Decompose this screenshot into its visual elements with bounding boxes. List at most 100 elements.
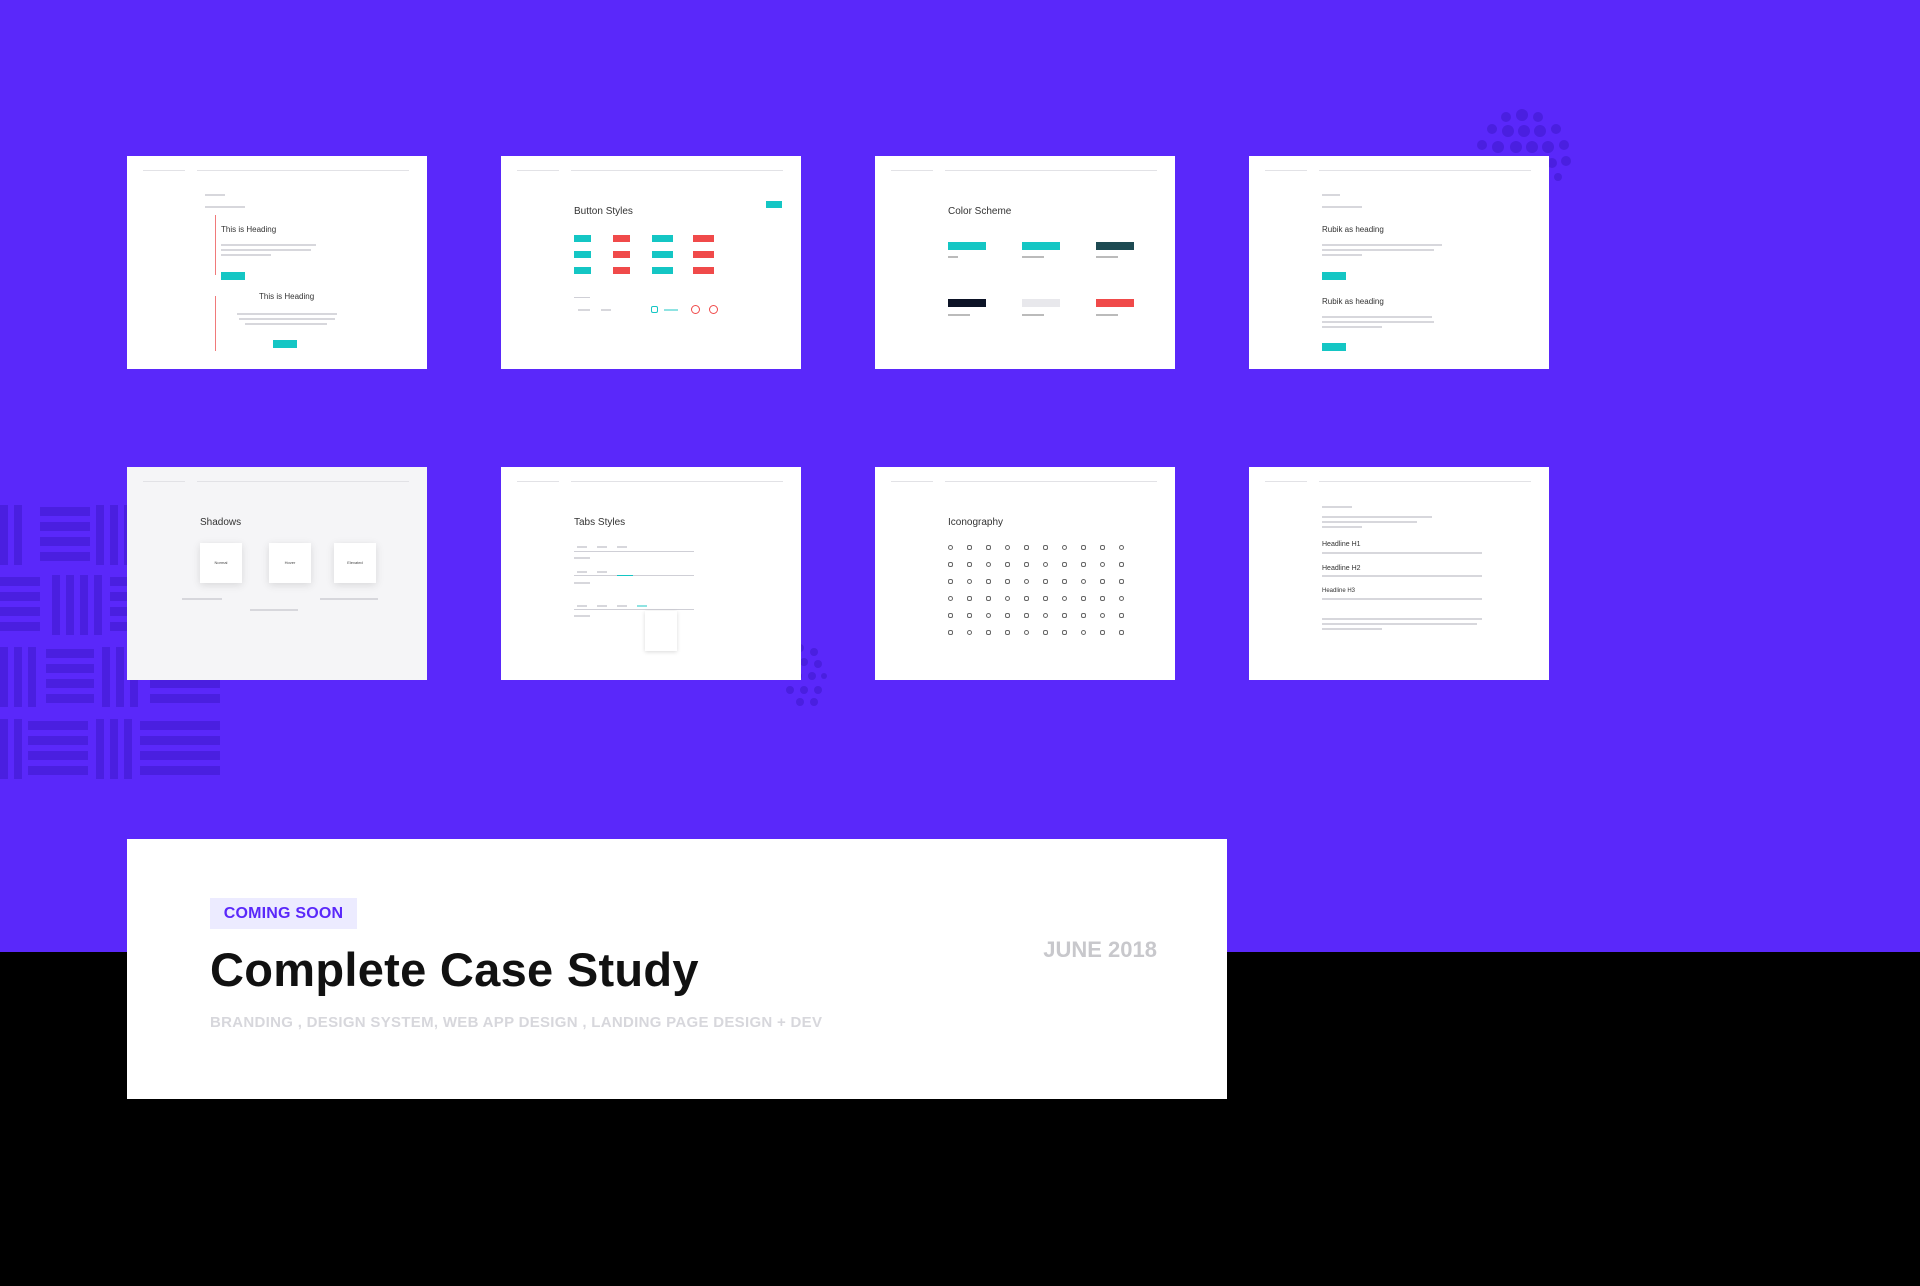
glyph-icon [948, 579, 953, 584]
divider [571, 170, 783, 171]
rubik-heading: Rubik as heading [1322, 297, 1384, 306]
card-typography[interactable]: Headline H1 Headline H2 Headline H3 [1249, 467, 1549, 680]
tab[interactable] [637, 605, 647, 607]
glyph-icon [1043, 545, 1048, 550]
circle-button-icon [691, 305, 700, 314]
glyph-icon [1081, 579, 1086, 584]
glyph-icon [1119, 630, 1124, 635]
color-swatch [948, 299, 986, 307]
tab[interactable] [597, 571, 607, 573]
button-sample [574, 267, 591, 274]
swatch-label [1096, 314, 1118, 316]
text-line [239, 318, 335, 320]
button-sample [693, 251, 714, 258]
divider [1265, 170, 1307, 171]
tab[interactable] [617, 546, 627, 548]
glyph-icon [967, 579, 972, 584]
circle-button-icon [709, 305, 718, 314]
swatch-label [1096, 256, 1118, 258]
glyph-icon [1005, 630, 1010, 635]
text-line [1322, 326, 1382, 328]
divider [517, 170, 559, 171]
glyph-icon [1062, 613, 1067, 618]
swatch-label [1022, 314, 1044, 316]
headline-h1: Headline H1 [1322, 541, 1361, 548]
dropdown-menu[interactable] [645, 611, 677, 651]
button-sample [613, 251, 630, 258]
glyph-icon [1062, 596, 1067, 601]
swatch-label [948, 314, 970, 316]
block-button[interactable] [221, 272, 245, 280]
glyph-icon [1100, 562, 1105, 567]
button-sample [652, 267, 673, 274]
glyph-icon [986, 596, 991, 601]
text-line [1322, 628, 1382, 630]
divider [197, 170, 409, 171]
glyph-icon [1100, 613, 1105, 618]
text-line [1322, 316, 1432, 318]
glyph-icon [1081, 630, 1086, 635]
divider [571, 481, 783, 482]
case-study-card[interactable]: COMING SOON Complete Case Study JUNE 201… [127, 839, 1227, 1099]
card-rubik-heading[interactable]: Rubik as heading Rubik as heading [1249, 156, 1549, 369]
glyph-icon [967, 562, 972, 567]
case-study-title: Complete Case Study [210, 943, 699, 996]
button-sample [574, 251, 591, 258]
shadow-sample-elevated: Elevated [334, 543, 376, 583]
button-sample [693, 235, 714, 242]
tab[interactable] [577, 546, 587, 548]
coming-soon-badge: COMING SOON [210, 898, 357, 929]
glyph-icon [1100, 630, 1105, 635]
shadow-sample-normal: Normal [200, 543, 242, 583]
divider [574, 297, 590, 298]
tab[interactable] [597, 605, 607, 607]
block-button-centered[interactable] [273, 340, 297, 348]
glyph-icon [986, 630, 991, 635]
button-sample [613, 267, 630, 274]
divider [197, 481, 409, 482]
button-sample [693, 267, 714, 274]
text-line [320, 598, 378, 600]
glyph-icon [948, 596, 953, 601]
glyph-icon [1005, 545, 1010, 550]
text-line [182, 598, 222, 600]
text-line [1322, 623, 1477, 625]
rubik-button[interactable] [1322, 272, 1346, 280]
glyph-icon [1100, 545, 1105, 550]
card-button-styles[interactable]: Button Styles [501, 156, 801, 369]
glyph-icon [948, 630, 953, 635]
button-sample [766, 201, 782, 208]
text-line [1322, 206, 1362, 208]
block-heading-centered: This is Heading [259, 292, 315, 301]
glyph-icon [1005, 613, 1010, 618]
button-sample [652, 251, 673, 258]
active-tab[interactable] [617, 575, 633, 576]
link-sample [664, 309, 678, 311]
card-iconography[interactable]: Iconography [875, 467, 1175, 680]
tab[interactable] [577, 571, 587, 573]
card-color-scheme[interactable]: Color Scheme [875, 156, 1175, 369]
shadow-sample-hover: Hover [269, 543, 311, 583]
rubik-button[interactable] [1322, 343, 1346, 351]
card-tabs-styles[interactable]: Tabs Styles [501, 467, 801, 680]
card-title: Color Scheme [948, 206, 1012, 217]
glyph-icon [1119, 613, 1124, 618]
divider [143, 481, 185, 482]
text-line [1322, 526, 1362, 528]
text-line [205, 194, 225, 196]
text-line [221, 254, 271, 256]
card-shadows[interactable]: Shadows Normal Hover Elevated [127, 467, 427, 680]
card-title: Button Styles [574, 206, 633, 217]
glyph-icon [948, 545, 953, 550]
divider [891, 170, 933, 171]
tab[interactable] [577, 605, 587, 607]
text-line [1322, 575, 1482, 577]
glyph-icon [967, 545, 972, 550]
glyph-icon [1081, 545, 1086, 550]
glyph-icon [1100, 579, 1105, 584]
glyph-icon [1024, 596, 1029, 601]
tab[interactable] [617, 605, 627, 607]
tab[interactable] [597, 546, 607, 548]
divider [1319, 170, 1531, 171]
card-blocks[interactable]: This is Heading This is Heading [127, 156, 427, 369]
